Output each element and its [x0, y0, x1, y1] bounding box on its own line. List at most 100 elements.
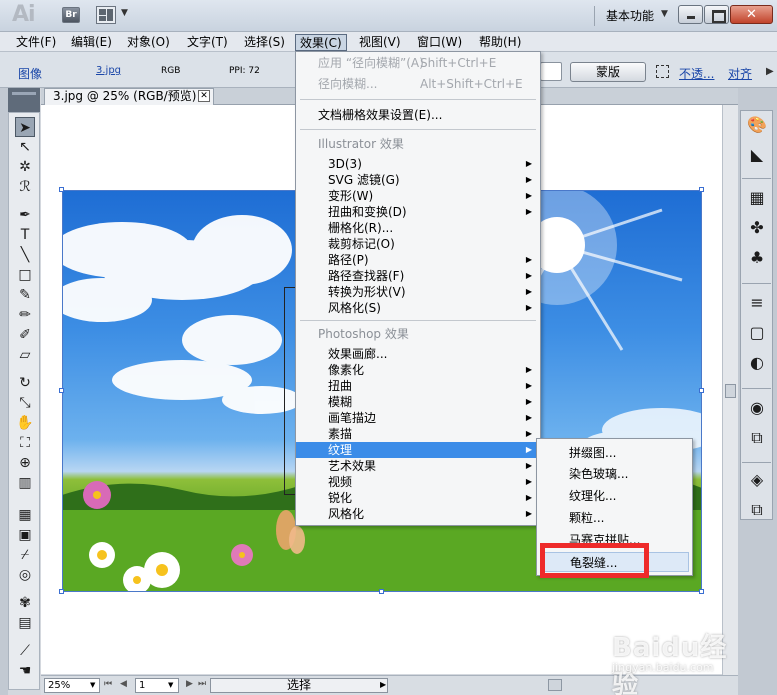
object-type-label[interactable]: 图像 [18, 65, 42, 82]
graph-tool-icon[interactable]: ▥ [15, 473, 35, 493]
menu-item-video[interactable]: 视频 ▶ [296, 474, 540, 490]
mask-button[interactable]: 蒙版 [570, 62, 646, 82]
submenu-item-grain[interactable]: 颗粒... [537, 508, 692, 528]
menu-edit[interactable]: 编辑(E) [67, 34, 116, 51]
status-menu-icon[interactable]: ▶ [380, 680, 386, 689]
slice-tool-icon[interactable]: ⟋ [15, 641, 35, 661]
menu-item-distort[interactable]: 扭曲 ▶ [296, 378, 540, 394]
appearance-panel-icon[interactable]: ◉ [747, 398, 767, 418]
menu-item-rasterize[interactable]: 栅格化(R)... [296, 220, 540, 236]
menu-item-sketch[interactable]: 素描 ▶ [296, 426, 540, 442]
chevron-down-icon[interactable]: ▼ [168, 681, 173, 689]
menu-select[interactable]: 选择(S) [240, 34, 289, 51]
menu-item-3d[interactable]: 3D(3) ▶ [296, 156, 540, 172]
first-artboard-icon[interactable]: ⏮ [104, 679, 112, 689]
transparency-panel-icon[interactable]: ◐ [747, 353, 767, 373]
color-guide-panel-icon[interactable]: ◣ [747, 145, 767, 165]
line-tool-icon[interactable]: ╲ [15, 245, 35, 265]
workspace-switcher[interactable]: 基本功能 [606, 7, 654, 24]
close-button[interactable]: ✕ [730, 5, 773, 24]
menu-item-texture[interactable]: 纹理 ▶ [296, 442, 540, 458]
submenu-item-texturizer[interactable]: 纹理化... [537, 486, 692, 506]
color-panel-icon[interactable]: 🎨 [747, 115, 767, 135]
menu-item-raster-settings[interactable]: 文档栅格效果设置(E)... [296, 107, 540, 123]
mesh-tool-icon[interactable]: ▦ [15, 505, 35, 525]
bounding-handle[interactable] [59, 388, 64, 393]
bounding-handle[interactable] [59, 187, 64, 192]
menu-item-artistic[interactable]: 艺术效果 ▶ [296, 458, 540, 474]
document-tab[interactable]: 3.jpg @ 25% (RGB/预览) [44, 88, 214, 105]
toolbar-header[interactable] [8, 88, 40, 112]
bounding-handle[interactable] [59, 589, 64, 594]
chevron-down-icon[interactable]: ▼ [661, 9, 668, 19]
chevron-down-icon[interactable]: ▼ [121, 8, 128, 18]
arrange-documents-icon[interactable] [96, 6, 116, 24]
menu-item-svg-filters[interactable]: SVG 滤镜(G) ▶ [296, 172, 540, 188]
close-tab-icon[interactable]: ✕ [198, 90, 210, 102]
shape-builder-tool-icon[interactable]: ⊕ [15, 453, 35, 473]
menu-item-pathfinder[interactable]: 路径查找器(F) ▶ [296, 268, 540, 284]
menu-window[interactable]: 窗口(W) [413, 34, 466, 51]
gradient-tool-icon[interactable]: ▣ [15, 525, 35, 545]
pencil-tool-icon[interactable]: ✏ [15, 305, 35, 325]
stroke-panel-icon[interactable]: ≡ [747, 293, 767, 313]
menu-item-stylize-ai[interactable]: 风格化(S) ▶ [296, 300, 540, 316]
menu-item-pixelate[interactable]: 像素化 ▶ [296, 362, 540, 378]
menu-view[interactable]: 视图(V) [355, 34, 405, 51]
warp-tool-icon[interactable]: ✋ [15, 413, 35, 433]
linked-file-link[interactable]: 3.jpg [96, 65, 121, 76]
menu-effects[interactable]: 效果(C) [295, 34, 347, 51]
menu-item-warp[interactable]: 变形(W) ▶ [296, 188, 540, 204]
symbols-panel-icon[interactable]: ♣ [747, 248, 767, 268]
minimize-button[interactable] [678, 5, 703, 24]
paintbrush-tool-icon[interactable]: ✎ [15, 285, 35, 305]
free-transform-tool-icon[interactable]: ⛶ [15, 433, 35, 453]
menu-item-effect-gallery[interactable]: 效果画廊... [296, 346, 540, 362]
menu-item-distort-transform[interactable]: 扭曲和变换(D) ▶ [296, 204, 540, 220]
more-options-icon[interactable]: ▶ [766, 66, 774, 77]
bounding-handle[interactable] [699, 388, 704, 393]
rectangle-tool-icon[interactable]: □ [15, 265, 35, 285]
menu-file[interactable]: 文件(F) [12, 34, 60, 51]
maximize-button[interactable] [704, 5, 729, 24]
last-artboard-icon[interactable]: ⏭ [198, 679, 206, 689]
control-field[interactable] [540, 62, 562, 81]
magic-wand-tool-icon[interactable]: ✲ [15, 157, 35, 177]
brushes-panel-icon[interactable]: ✤ [747, 218, 767, 238]
menu-help[interactable]: 帮助(H) [475, 34, 525, 51]
bounding-handle[interactable] [699, 589, 704, 594]
menu-item-blur[interactable]: 模糊 ▶ [296, 394, 540, 410]
swatches-panel-icon[interactable]: ▦ [747, 188, 767, 208]
opacity-link[interactable]: 不透... [679, 65, 714, 82]
bounding-handle[interactable] [379, 589, 384, 594]
artboards-panel-icon[interactable]: ⧉ [747, 500, 767, 520]
type-tool-icon[interactable]: T [15, 225, 35, 245]
previous-artboard-icon[interactable]: ◀ [120, 679, 127, 689]
next-artboard-icon[interactable]: ▶ [186, 679, 193, 689]
blob-brush-tool-icon[interactable]: ✐ [15, 325, 35, 345]
chevron-down-icon[interactable]: ▼ [90, 681, 95, 689]
direct-selection-tool-icon[interactable]: ↖ [15, 137, 35, 157]
transform-icon[interactable] [656, 65, 669, 78]
menu-item-brush-strokes[interactable]: 画笔描边 ▶ [296, 410, 540, 426]
menu-item-convert-to-shape[interactable]: 转换为形状(V) ▶ [296, 284, 540, 300]
scale-tool-icon[interactable]: ⤡ [15, 393, 35, 413]
selection-tool-icon[interactable]: ➤ [15, 117, 35, 137]
bounding-handle[interactable] [699, 187, 704, 192]
gradient-panel-icon[interactable]: ▢ [747, 323, 767, 343]
layers-panel-icon[interactable]: ◈ [747, 470, 767, 490]
pen-tool-icon[interactable]: ✒ [15, 205, 35, 225]
menu-item-sharpen[interactable]: 锐化 ▶ [296, 490, 540, 506]
hand-tool-icon[interactable]: ☚ [15, 661, 35, 681]
lasso-tool-icon[interactable]: ℛ [15, 177, 35, 197]
eyedropper-tool-icon[interactable]: ⌿ [15, 545, 35, 565]
graphic-styles-panel-icon[interactable]: ⧉ [747, 428, 767, 448]
align-link[interactable]: 对齐 [728, 65, 752, 82]
menu-type[interactable]: 文字(T) [183, 34, 232, 51]
blend-tool-icon[interactable]: ◎ [15, 565, 35, 585]
bridge-button[interactable]: Br [62, 7, 80, 23]
menu-item-crop-marks[interactable]: 裁剪标记(O) [296, 236, 540, 252]
menu-object[interactable]: 对象(O) [123, 34, 174, 51]
status-info[interactable]: 选择 [210, 678, 388, 693]
menu-item-path[interactable]: 路径(P) ▶ [296, 252, 540, 268]
